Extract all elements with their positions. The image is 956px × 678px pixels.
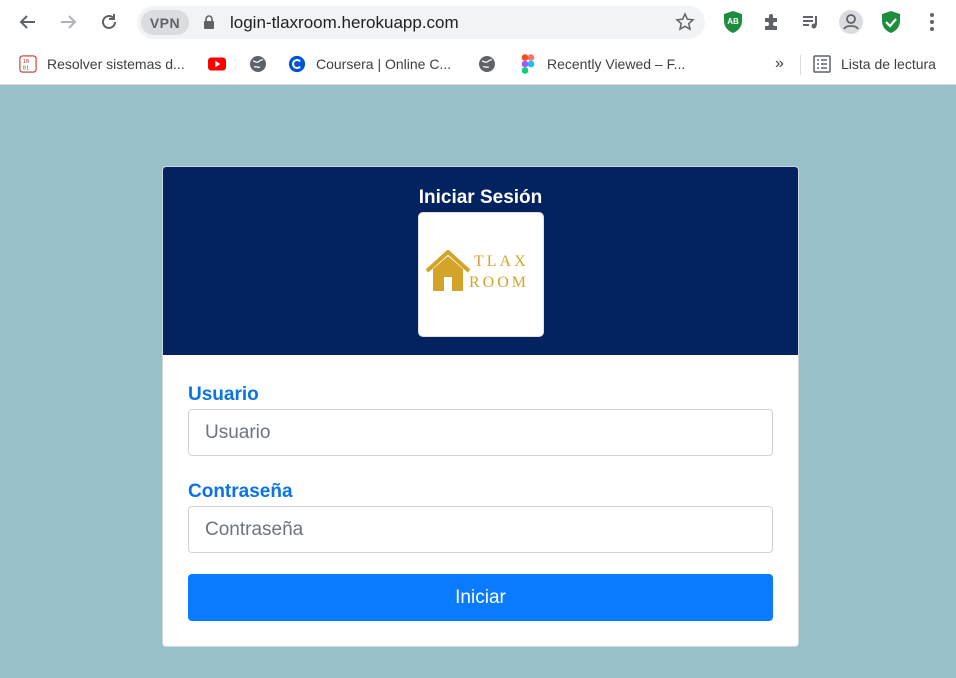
login-card: Iniciar Sesión TLAX ROOM Usuario Contras… <box>162 166 799 647</box>
password-label: Contraseña <box>188 481 293 502</box>
browser-menu-button[interactable] <box>918 8 946 36</box>
more-vertical-icon <box>930 13 934 31</box>
reload-button[interactable] <box>95 8 123 36</box>
bookmark-coursera[interactable]: Coursera | Online C... <box>288 52 451 76</box>
back-button[interactable] <box>14 8 42 36</box>
username-label: Usuario <box>188 384 259 405</box>
password-input[interactable] <box>188 506 773 553</box>
extensions-button[interactable] <box>758 8 786 36</box>
bookmark-globe-1[interactable] <box>249 52 277 76</box>
binary-icon: 10 01 <box>19 55 37 73</box>
bookmarks-bar: 10 01 Resolver sistemas d... Coursera | O… <box>0 45 956 85</box>
arrow-right-icon <box>61 15 77 29</box>
logo-line-2: ROOM <box>469 274 530 291</box>
globe-icon <box>249 55 267 73</box>
house-icon <box>425 250 471 291</box>
adblock-label: AB <box>727 17 739 26</box>
bookmark-star-icon[interactable] <box>675 12 695 32</box>
overflow-chevron-icon: » <box>775 55 784 72</box>
url-text[interactable]: login-tlaxroom.herokuapp.com <box>230 13 459 33</box>
bookmark-youtube[interactable] <box>208 52 236 76</box>
playlist-music-icon <box>803 16 817 29</box>
tlax-room-logo: TLAX ROOM <box>418 212 544 337</box>
svg-text:10: 10 <box>23 59 29 65</box>
forward-button[interactable] <box>54 8 82 36</box>
figma-icon <box>519 54 537 74</box>
login-card-header: Iniciar Sesión TLAX ROOM <box>163 167 798 355</box>
login-submit-button[interactable]: Iniciar <box>188 574 773 621</box>
bookmark-figma[interactable]: Recently Viewed – F... <box>519 52 685 76</box>
media-controls-button[interactable] <box>797 8 825 36</box>
bookmarks-divider <box>800 55 801 75</box>
lock-icon[interactable] <box>203 15 215 29</box>
bookmark-label: Coursera | Online C... <box>316 56 452 72</box>
youtube-icon <box>208 55 226 73</box>
adblock-extension[interactable]: AB <box>719 8 747 36</box>
vpn-label: VPN <box>149 14 181 31</box>
shield-check-icon <box>882 11 900 33</box>
username-input[interactable] <box>188 409 773 456</box>
avatar-icon <box>839 10 863 34</box>
reading-list-label: Lista de lectura <box>841 56 936 72</box>
globe-icon <box>478 55 496 73</box>
puzzle-icon <box>765 14 777 30</box>
reload-icon <box>102 14 116 29</box>
profile-button[interactable] <box>837 8 865 36</box>
bookmark-resolver[interactable]: 10 01 Resolver sistemas d... <box>19 52 185 76</box>
security-extension[interactable] <box>877 8 905 36</box>
vpn-badge[interactable]: VPN <box>141 10 189 35</box>
bookmark-label: Resolver sistemas d... <box>47 56 185 72</box>
reading-list-icon <box>813 55 831 73</box>
logo-line-1: TLAX <box>474 253 529 270</box>
coursera-icon <box>288 55 306 73</box>
login-title: Iniciar Sesión <box>418 187 543 208</box>
address-bar[interactable]: VPN login-tlaxroom.herokuapp.com <box>137 6 705 39</box>
svg-text:01: 01 <box>23 65 29 71</box>
bookmarks-overflow-button[interactable]: » <box>775 52 784 76</box>
arrow-left-icon <box>19 15 35 29</box>
bookmark-globe-2[interactable] <box>478 52 506 76</box>
browser-toolbar: VPN login-tlaxroom.herokuapp.com AB <box>0 0 956 45</box>
bookmark-label: Recently Viewed – F... <box>547 56 686 72</box>
reading-list-button[interactable]: Lista de lectura <box>813 52 936 76</box>
